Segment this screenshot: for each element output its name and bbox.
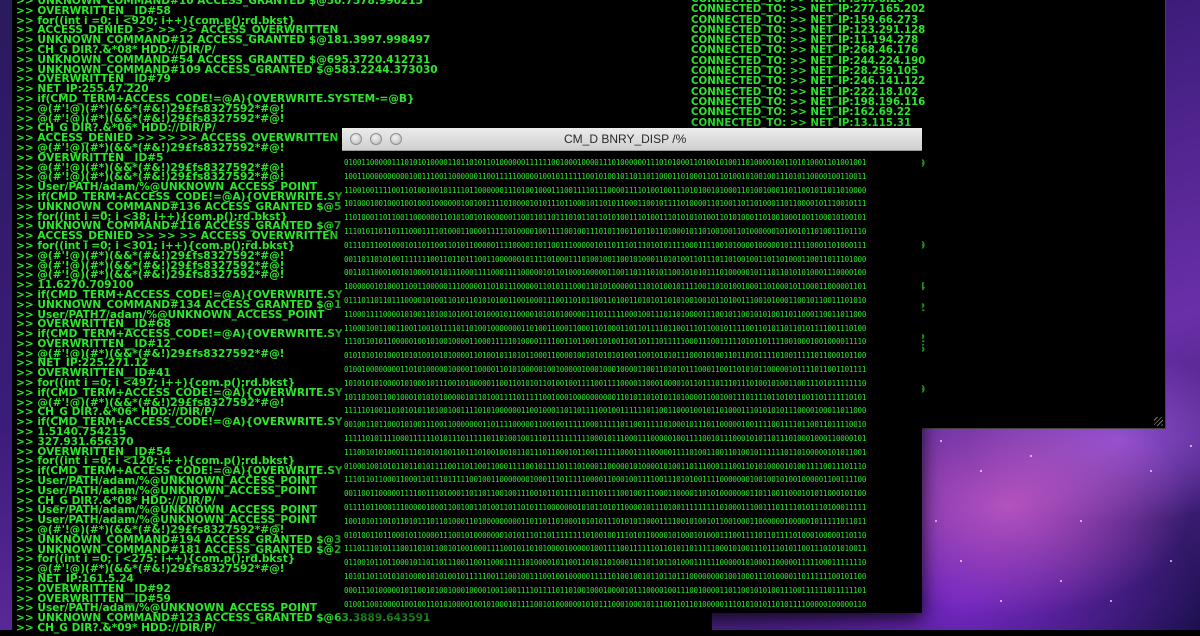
binary-line: 0111101100011100000100011001001101001101… — [344, 502, 867, 512]
binary-line: 0001110100000101100101001000100001001100… — [344, 585, 867, 595]
binary-line: 1000000101000110011000001110000011010111… — [344, 282, 867, 292]
binary-line: 1110111010111001101011001010010001111001… — [344, 544, 867, 554]
binary-line: 0011011010100111111100110110111001100000… — [344, 254, 867, 264]
terminal-binary-output: 0100110000011101010100001101101011010000… — [344, 156, 866, 611]
star-decoration — [1000, 600, 1002, 602]
binary-line: 1110110101100000100101001000011000111110… — [344, 337, 867, 347]
binary-line: 0110010110110001011011011100110011000111… — [344, 558, 867, 568]
terminal-window-binary[interactable]: CM_D BNRY_DISP /% 0100110000011101010100… — [342, 128, 922, 613]
star-decoration — [1060, 580, 1062, 582]
star-decoration — [1190, 445, 1192, 447]
binary-line: 1010110110101010000101010010111110011100… — [344, 571, 867, 581]
binary-line: 0101010101000101010010101000011010010110… — [344, 351, 867, 361]
binary-line: 1001100000000001001110011000000110011111… — [344, 171, 867, 181]
binary-line: 1010001001000100100010000001001001111010… — [344, 199, 867, 209]
binary-line: 1010101010000101000101110010100000110011… — [344, 378, 867, 388]
star-decoration — [980, 470, 982, 472]
binary-line: 0111011011011100001010011010110101010011… — [344, 295, 867, 305]
binary-line: 1100010011001100110010111101101001000000… — [344, 323, 867, 333]
binary-line: 1001010110101101011101101000110100000000… — [344, 516, 867, 526]
binary-line: 0101001101100010110000111001010000000101… — [344, 530, 867, 540]
window-titlebar[interactable]: CM_D BNRY_DISP /% — [342, 128, 922, 151]
binary-line: 1110110110001100011011101111100100110000… — [344, 475, 867, 485]
binary-line: 0011001100000111100111010001101101100100… — [344, 489, 867, 499]
binary-line: 0111011100100010110110011010110000011110… — [344, 240, 867, 250]
binary-line: 1110010101000111101010100110111010010010… — [344, 447, 867, 457]
minimize-light-icon[interactable] — [370, 133, 382, 145]
zoom-light-icon[interactable] — [390, 133, 402, 145]
star-decoration — [1170, 560, 1172, 562]
binary-line: 0100100000000110101000001000011000011010… — [344, 364, 867, 374]
binary-line: 1111101001101010101101001001111010100000… — [344, 406, 867, 416]
binary-line: 0100110000011101010100001101101011010000… — [344, 158, 867, 167]
star-decoration — [1030, 455, 1032, 457]
binary-line: 0100110010000100100110101000010010100010… — [344, 599, 867, 609]
window-title: CM_D BNRY_DISP /% — [564, 132, 687, 146]
star-decoration — [935, 520, 937, 522]
terminal-binary-body: 0100110000011101010100001101101011010000… — [342, 150, 922, 613]
binary-line: 1100011110000101001101001010011010001011… — [344, 309, 867, 319]
close-light-icon[interactable] — [350, 133, 362, 145]
binary-line: 0100010010101101101011110011011001100011… — [344, 461, 867, 471]
star-decoration — [960, 560, 962, 562]
binary-line: 1100100111100110100100101111011000000111… — [344, 185, 867, 195]
binary-line: 1101000110110011000000110101001010000001… — [344, 213, 867, 223]
star-decoration — [1110, 600, 1112, 602]
binary-line: 1110101101101110001111010001100001111101… — [344, 226, 867, 236]
binary-line: 1111101011110001111110101110111110110100… — [344, 433, 867, 443]
terminal-line: >> CH_G DIR?.&*09* HDD://DIR/P/ — [16, 621, 216, 634]
binary-line: 0011011000100101000010101110001111000111… — [344, 268, 867, 278]
resize-grip-icon[interactable] — [1154, 417, 1163, 426]
star-decoration — [1150, 470, 1152, 472]
binary-line: 1011010011001000101010100000101101001111… — [344, 392, 867, 402]
binary-line: 0010011011000101001110011000000011011110… — [344, 420, 867, 430]
star-decoration — [940, 440, 942, 442]
star-decoration — [1080, 520, 1082, 522]
